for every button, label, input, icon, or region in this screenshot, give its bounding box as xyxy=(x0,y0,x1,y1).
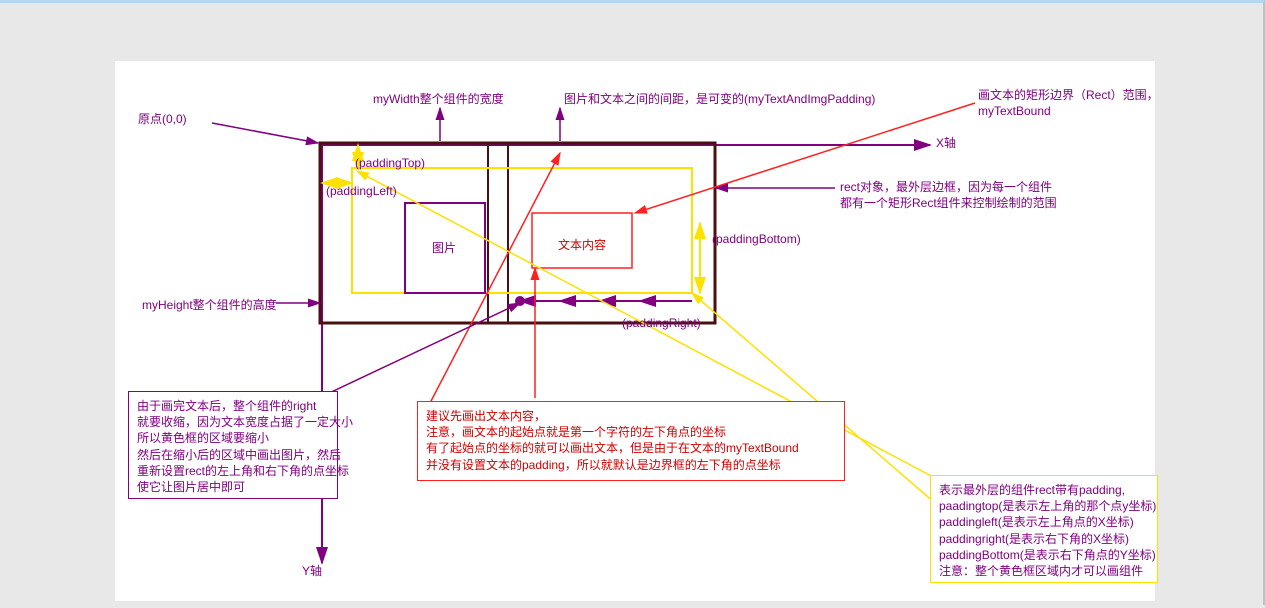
label-origin: 原点(0,0) xyxy=(138,111,187,127)
label-paddingleft: (paddingLeft) xyxy=(326,183,397,199)
note-red-box: 建议先画出文本内容， 注意，画文本的起始点就是第一个字符的左下角点的坐标 有了起… xyxy=(417,401,845,481)
label-textbound: 画文本的矩形边界（Rect）范围， myTextBound xyxy=(978,87,1159,119)
label-paddingtop: (paddingTop) xyxy=(355,155,425,171)
label-image: 图片 xyxy=(432,240,456,256)
label-paddingright: (paddingRight) xyxy=(622,315,701,331)
note-yellow-text: 表示最外层的组件rect带有padding, paadingtop(是表示左上角… xyxy=(931,476,1157,585)
label-paddingbottom: (paddingBottom) xyxy=(712,231,801,247)
diagram-canvas: 原点(0,0) myWidth整个组件的宽度 图片和文本之间的间距，是可变的(m… xyxy=(0,0,1265,605)
label-rectobj: rect对象，最外层边框，因为每一个组件 都有一个矩形Rect组件来控制绘制的范… xyxy=(840,179,1057,211)
label-xaxis: X轴 xyxy=(936,135,956,151)
note-purple-text: 由于画完文本后，整个组件的right 就要收缩，因为文本宽度占据了一定大小 所以… xyxy=(129,392,337,501)
label-text-content: 文本内容 xyxy=(558,237,606,253)
label-myheight: myHeight整个组件的高度 xyxy=(142,297,277,313)
label-gap: 图片和文本之间的间距，是可变的(myTextAndImgPadding) xyxy=(564,91,875,107)
label-yaxis: Y轴 xyxy=(302,563,322,579)
label-mywidth: myWidth整个组件的宽度 xyxy=(373,91,504,107)
note-red-text: 建议先画出文本内容， 注意，画文本的起始点就是第一个字符的左下角点的坐标 有了起… xyxy=(418,402,844,479)
note-yellow-box: 表示最外层的组件rect带有padding, paadingtop(是表示左上角… xyxy=(930,475,1158,583)
note-purple-box: 由于画完文本后，整个组件的right 就要收缩，因为文本宽度占据了一定大小 所以… xyxy=(128,391,338,499)
